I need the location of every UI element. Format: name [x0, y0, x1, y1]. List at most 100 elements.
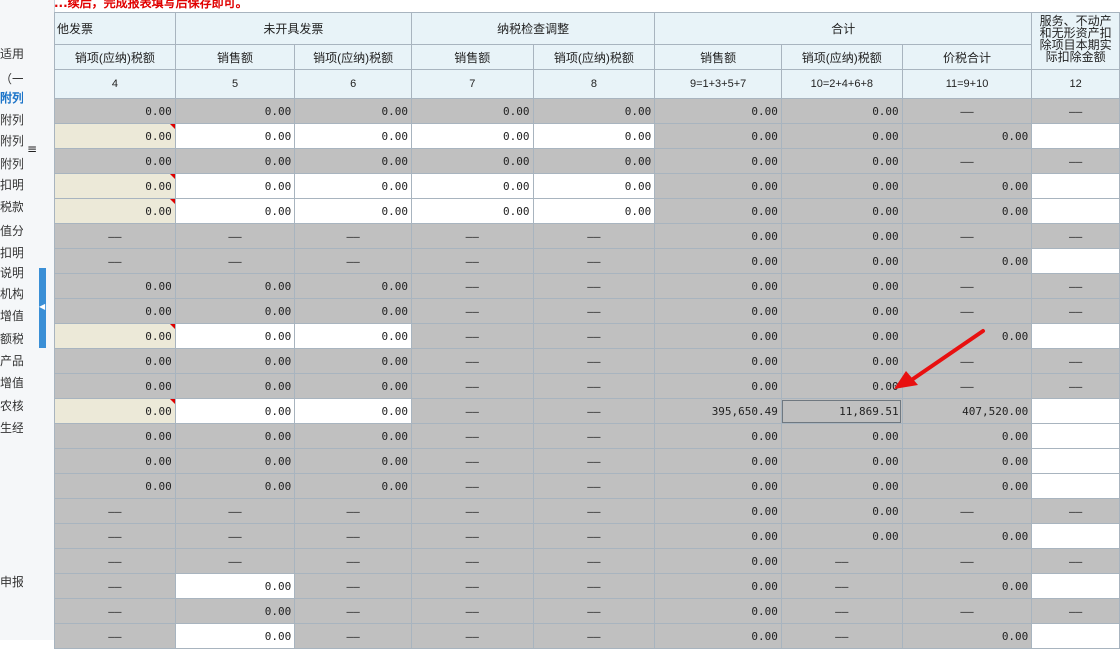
cell-col6[interactable]: 0.00 [294, 398, 413, 424]
cell-col11: 0.00 [901, 123, 1033, 149]
sidebar-item[interactable]: 附列资 [0, 131, 23, 151]
subheader-col7: 销售额 [411, 44, 534, 70]
sidebar-item[interactable]: 增值税 [0, 306, 23, 326]
cell-col7: —— [411, 598, 534, 624]
cell-col7: —— [411, 423, 534, 449]
cell-col6: 0.00 [294, 298, 413, 324]
cell-col12[interactable] [1031, 623, 1120, 649]
sidebar-item[interactable]: 产品增 [0, 351, 23, 371]
table-row: 0.00 0.00 0.00 0.00 0.00 0.00 0.00 0.00 [54, 198, 1120, 224]
cell-col11: 0.00 [901, 573, 1033, 599]
cell-col7[interactable]: 0.00 [411, 198, 534, 224]
cell-col12: —— [1031, 98, 1120, 124]
cell-col5[interactable]: 0.00 [174, 173, 296, 199]
cell-col11: —— [901, 498, 1033, 524]
cell-col10: 0.00 [780, 273, 903, 299]
table-row: 0.00 0.00 0.00 —— —— 0.00 0.00 —— —— [54, 273, 1120, 299]
cell-col10: 11,869.51 [780, 398, 903, 424]
cell-col11: —— [901, 273, 1033, 299]
cell-col12: —— [1031, 273, 1120, 299]
cell-col12[interactable] [1031, 123, 1120, 149]
cell-col4: —— [54, 573, 176, 599]
cell-col5: 0.00 [174, 598, 296, 624]
cell-col7: —— [411, 473, 534, 499]
cell-col9: 0.00 [654, 123, 782, 149]
sidebar-item[interactable]: 值分配 [0, 221, 23, 241]
cell-col5[interactable]: 0.00 [174, 198, 296, 224]
cell-col7[interactable]: 0.00 [411, 123, 534, 149]
cell-col5[interactable]: 0.00 [174, 123, 296, 149]
table-row: 0.00 0.00 0.00 0.00 0.00 0.00 0.00 0.00 [54, 173, 1120, 199]
sidebar-item[interactable]: 扣明细表 [0, 243, 23, 263]
sidebar-item[interactable]: 附列 [0, 88, 23, 108]
cell-col12: —— [1031, 373, 1120, 399]
sidebar-item[interactable]: 适用 [0, 44, 23, 64]
cell-col12[interactable] [1031, 323, 1120, 349]
sidebar-item[interactable]: 增值税 [0, 373, 23, 393]
cell-col5[interactable]: 0.00 [174, 323, 296, 349]
sidebar-item[interactable]: （一 [0, 69, 23, 89]
cell-col6[interactable]: 0.00 [294, 323, 413, 349]
cell-col12[interactable] [1031, 198, 1120, 224]
cell-col12[interactable] [1031, 573, 1120, 599]
cell-col6[interactable]: 0.00 [294, 198, 413, 224]
cell-col5[interactable]: 0.00 [174, 573, 296, 599]
left-nav-panel: 适用（一附列附列附列资附列资扣明细表税款抵值分配扣明细表说明细机构增增值税额税进… [0, 0, 55, 640]
sidebar-item[interactable]: 附列 [0, 110, 23, 130]
cell-col8[interactable]: 0.00 [532, 173, 656, 199]
cell-col11: —— [901, 98, 1033, 124]
cell-col5: 0.00 [174, 148, 296, 174]
cell-col8[interactable]: 0.00 [532, 123, 656, 149]
cell-col4[interactable]: 0.00 [54, 123, 176, 149]
cell-col6[interactable]: 0.00 [294, 173, 413, 199]
cell-col12[interactable] [1031, 173, 1120, 199]
cell-col6: 0.00 [294, 448, 413, 474]
sidebar-item[interactable]: 税款抵 [0, 197, 23, 217]
cell-col12[interactable] [1031, 523, 1120, 549]
sidebar-item[interactable]: 申报 [0, 572, 23, 592]
cell-col7: —— [411, 248, 534, 274]
cell-col4: —— [54, 223, 176, 249]
nav-scroll-icon[interactable]: ≡ [27, 142, 37, 156]
cell-col12[interactable] [1031, 448, 1120, 474]
cell-col12[interactable] [1031, 248, 1120, 274]
sidebar-item[interactable]: 额税进 [0, 329, 23, 349]
cell-col5[interactable]: 0.00 [174, 398, 296, 424]
cell-col12[interactable] [1031, 398, 1120, 424]
red-arrow-annotation [894, 329, 985, 389]
sidebar-item[interactable]: 附列资 [0, 154, 23, 174]
cell-col12[interactable] [1031, 473, 1120, 499]
sidebar-item[interactable]: 生经营 [0, 418, 23, 438]
cell-col12[interactable] [1031, 423, 1120, 449]
cell-col4[interactable]: 0.00 [54, 173, 176, 199]
cell-col6: —— [294, 523, 413, 549]
cell-col5: —— [174, 248, 296, 274]
cell-col4[interactable]: 0.00 [54, 198, 176, 224]
cell-col8: —— [532, 398, 656, 424]
cell-col4: —— [54, 598, 176, 624]
cell-col6[interactable]: 0.00 [294, 123, 413, 149]
arrow-shaft [908, 329, 985, 383]
cell-col4[interactable]: 0.00 [54, 323, 176, 349]
sidebar-item[interactable]: 扣明细表 [0, 175, 23, 195]
cell-col8[interactable]: 0.00 [532, 198, 656, 224]
cell-col9: 0.00 [654, 198, 782, 224]
cell-col6: 0.00 [294, 348, 413, 374]
cell-col8: —— [532, 598, 656, 624]
cell-col6: —— [294, 498, 413, 524]
cell-col7: —— [411, 523, 534, 549]
sidebar-item[interactable]: 农核定 [0, 396, 23, 416]
colnum-7: 7 [411, 69, 534, 99]
cell-col5: —— [174, 223, 296, 249]
colnum-12: 12 [1031, 69, 1120, 99]
cell-col10: 0.00 [780, 423, 903, 449]
sidebar-item[interactable]: 机构增 [0, 284, 23, 304]
cell-col7: —— [411, 448, 534, 474]
sidebar-item[interactable]: 说明细 [0, 263, 23, 283]
cell-col7[interactable]: 0.00 [411, 173, 534, 199]
cell-col10: 0.00 [780, 173, 903, 199]
collapse-panel-button[interactable]: ◀ [39, 268, 46, 348]
cell-col4[interactable]: 0.00 [54, 398, 176, 424]
cell-col5[interactable]: 0.00 [174, 623, 296, 649]
table-row: —— —— —— —— —— 0.00 0.00 —— —— [54, 223, 1120, 249]
